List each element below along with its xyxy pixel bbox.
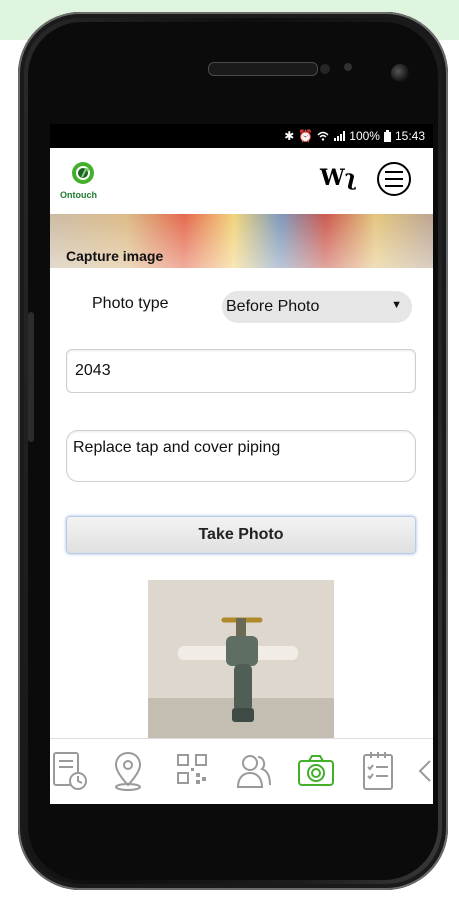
description-textarea[interactable]: Replace tap and cover piping: [66, 430, 416, 482]
page-title: Capture image: [66, 248, 164, 264]
app-bar: Ontouch Wʅ: [50, 148, 433, 210]
light-sensor: [344, 63, 352, 71]
brand-mark: Wʅ: [320, 165, 357, 191]
wifi-icon: [317, 131, 329, 141]
battery-percent: 100%: [349, 129, 380, 143]
menu-line: [385, 185, 403, 187]
dropdown-arrow-icon: ▼: [391, 299, 402, 311]
photo-type-label: Photo type: [92, 295, 169, 312]
side-button: [28, 312, 34, 442]
battery-icon: [383, 130, 391, 142]
bottom-nav: [50, 738, 433, 803]
logo-text: Ontouch: [60, 190, 97, 200]
tap-photo: [148, 580, 334, 746]
reference-input[interactable]: 2043: [66, 349, 416, 393]
speaker-grille: [208, 62, 318, 76]
clock: 15:43: [394, 129, 425, 143]
alarm-icon: ⏰: [298, 129, 314, 143]
location-pin-icon[interactable]: [108, 749, 148, 793]
ontouch-logo[interactable]: Ontouch: [60, 160, 112, 202]
camera-icon[interactable]: [296, 749, 336, 793]
app-screen: ✱ ⏰ 100% 15:43 Ontouch Wʅ Capture image …: [50, 124, 433, 804]
photo-preview: [148, 580, 334, 746]
front-camera: [391, 64, 409, 82]
photo-type-value: Before Photo: [226, 298, 320, 315]
photo-type-select[interactable]: Before Photo ▼: [222, 291, 412, 323]
users-icon[interactable]: [234, 749, 274, 793]
take-photo-button[interactable]: Take Photo: [66, 516, 416, 554]
checklist-icon[interactable]: [358, 749, 398, 793]
ontouch-logo-icon: [72, 162, 94, 184]
qr-code-icon[interactable]: [172, 749, 212, 793]
signal-icon: [334, 131, 346, 141]
chevron-left-icon[interactable]: [416, 749, 433, 793]
status-bar: ✱ ⏰ 100% 15:43: [50, 124, 433, 148]
bluetooth-icon: ✱: [284, 129, 295, 143]
proximity-sensor: [320, 64, 330, 74]
document-clock-icon[interactable]: [50, 749, 90, 793]
menu-line: [385, 178, 403, 180]
header-banner-image: Capture image: [50, 214, 433, 268]
hamburger-menu-button[interactable]: [377, 162, 411, 196]
menu-line: [385, 171, 403, 173]
